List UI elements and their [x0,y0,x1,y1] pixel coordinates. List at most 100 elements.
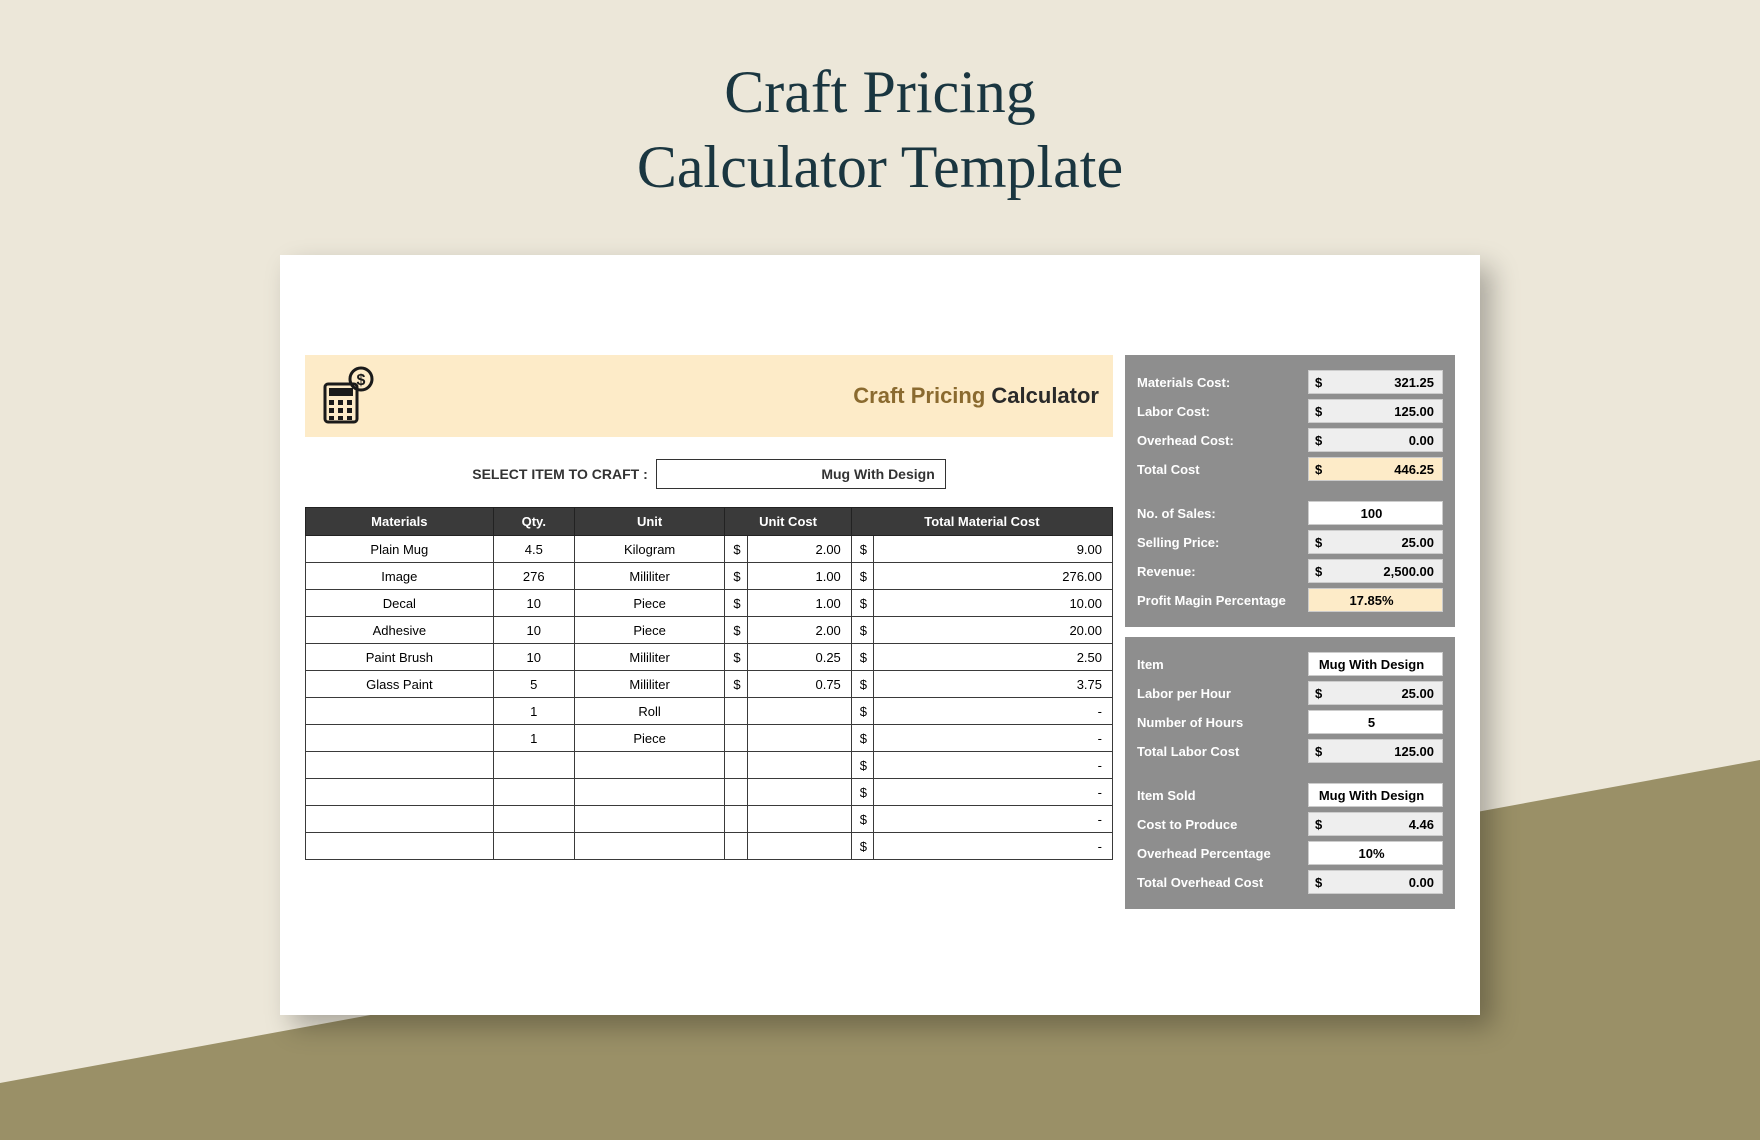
cell-qty[interactable]: 10 [493,644,574,671]
cell-qty[interactable]: 10 [493,617,574,644]
cell-material[interactable]: Adhesive [306,617,494,644]
table-row: Adhesive10Piece$2.00$20.00 [306,617,1113,644]
labor-overhead-panel: ItemMug With Design Labor per Hour$25.00… [1125,637,1455,909]
cell-total: - [874,698,1113,725]
cell-total-symbol: $ [851,536,873,563]
overhead-pct-label: Overhead Percentage [1137,846,1271,861]
col-unit: Unit [574,508,724,536]
cell-material[interactable] [306,698,494,725]
cell-material[interactable] [306,779,494,806]
cell-unit-cost[interactable]: 1.00 [747,590,851,617]
cell-material[interactable]: Decal [306,590,494,617]
cell-total-symbol: $ [851,644,873,671]
cell-unit[interactable]: Piece [574,590,724,617]
cell-unit[interactable]: Kilogram [574,536,724,563]
cell-total-symbol: $ [851,563,873,590]
total-labor-cost-value: $125.00 [1308,739,1443,763]
cell-unit-cost[interactable] [747,698,851,725]
cell-total: 276.00 [874,563,1113,590]
cell-unit[interactable]: Roll [574,698,724,725]
cell-unit-cost[interactable] [747,725,851,752]
cell-unit[interactable]: Mililiter [574,644,724,671]
col-total: Total Material Cost [851,508,1112,536]
cell-unit-cost[interactable] [747,752,851,779]
table-row: Plain Mug4.5Kilogram$2.00$9.00 [306,536,1113,563]
cell-qty[interactable]: 276 [493,563,574,590]
cost-summary-panel: Materials Cost:$321.25 Labor Cost:$125.0… [1125,355,1455,627]
cell-unit-cost-symbol [725,725,747,752]
page-title: Craft Pricing Calculator Template [0,0,1760,205]
item-select[interactable]: Mug With Design [656,459,946,489]
cell-unit-cost-symbol: $ [725,617,747,644]
materials-cost-value: $321.25 [1308,370,1443,394]
cell-total-symbol: $ [851,671,873,698]
cell-unit-cost[interactable]: 0.25 [747,644,851,671]
cell-qty[interactable]: 5 [493,671,574,698]
table-row: Image276Mililiter$1.00$276.00 [306,563,1113,590]
cell-unit-cost[interactable] [747,779,851,806]
cell-unit[interactable] [574,833,724,860]
cell-total: - [874,833,1113,860]
overhead-pct-input[interactable]: 10% [1308,841,1443,865]
profit-margin-label: Profit Magin Percentage [1137,593,1286,608]
cell-qty[interactable] [493,752,574,779]
total-overhead-value: $0.00 [1308,870,1443,894]
cell-unit-cost[interactable] [747,833,851,860]
cell-material[interactable] [306,806,494,833]
materials-cost-label: Materials Cost: [1137,375,1230,390]
materials-table: Materials Qty. Unit Unit Cost Total Mate… [305,507,1113,860]
cell-unit-cost-symbol [725,752,747,779]
cell-unit-cost-symbol: $ [725,671,747,698]
cell-material[interactable]: Image [306,563,494,590]
cell-unit[interactable]: Mililiter [574,563,724,590]
cell-material[interactable] [306,725,494,752]
cell-qty[interactable]: 10 [493,590,574,617]
col-materials: Materials [306,508,494,536]
table-row: 1Roll$- [306,698,1113,725]
number-hours-input[interactable]: 5 [1308,710,1443,734]
cell-qty[interactable] [493,833,574,860]
cell-material[interactable] [306,752,494,779]
cell-total: 2.50 [874,644,1113,671]
cell-qty[interactable] [493,806,574,833]
cell-unit[interactable] [574,806,724,833]
item-label: Item [1137,657,1164,672]
cell-qty[interactable]: 4.5 [493,536,574,563]
cell-unit[interactable]: Piece [574,725,724,752]
cell-material[interactable]: Plain Mug [306,536,494,563]
cell-qty[interactable]: 1 [493,698,574,725]
cell-unit-cost[interactable] [747,806,851,833]
item-select-value: Mug With Design [821,466,934,482]
cell-unit-cost[interactable]: 1.00 [747,563,851,590]
cell-total: 9.00 [874,536,1113,563]
cell-total: - [874,779,1113,806]
cell-total-symbol: $ [851,752,873,779]
cell-qty[interactable]: 1 [493,725,574,752]
cell-unit-cost-symbol: $ [725,590,747,617]
cell-qty[interactable] [493,779,574,806]
cell-total-symbol: $ [851,617,873,644]
cell-material[interactable] [306,833,494,860]
item-sold-label: Item Sold [1137,788,1196,803]
cell-unit-cost[interactable]: 2.00 [747,536,851,563]
cell-material[interactable]: Glass Paint [306,671,494,698]
total-overhead-label: Total Overhead Cost [1137,875,1263,890]
template-card: $ Craft Pricing Calculator SELECT ITEM T… [280,255,1480,1015]
cell-unit[interactable] [574,779,724,806]
cell-unit-cost-symbol [725,833,747,860]
col-qty: Qty. [493,508,574,536]
banner-title: Craft Pricing Calculator [853,383,1099,409]
cell-material[interactable]: Paint Brush [306,644,494,671]
table-row: Decal10Piece$1.00$10.00 [306,590,1113,617]
cell-unit[interactable]: Piece [574,617,724,644]
cell-unit[interactable]: Mililiter [574,671,724,698]
labor-cost-label: Labor Cost: [1137,404,1210,419]
select-row: SELECT ITEM TO CRAFT : Mug With Design [305,437,1113,507]
cell-unit[interactable] [574,752,724,779]
no-sales-input[interactable]: 100 [1308,501,1443,525]
cell-unit-cost[interactable]: 0.75 [747,671,851,698]
cell-unit-cost[interactable]: 2.00 [747,617,851,644]
no-sales-label: No. of Sales: [1137,506,1216,521]
table-row: $- [306,806,1113,833]
right-panel: Materials Cost: $321.25 Labor Cost: $125.0… [1125,355,1455,909]
